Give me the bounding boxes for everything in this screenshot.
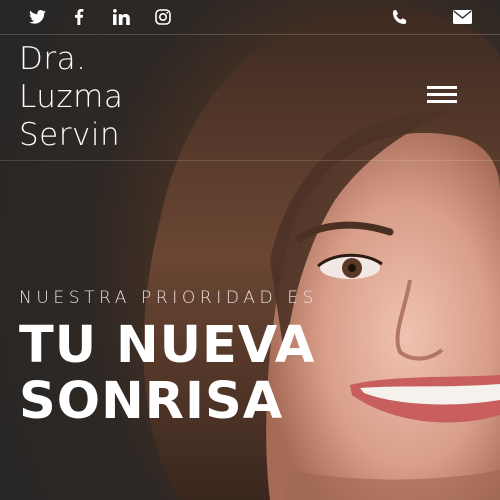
menu-bar	[427, 86, 457, 89]
hamburger-menu-icon[interactable]	[427, 86, 457, 106]
hero-headline-line-2: SONRISA	[19, 372, 284, 431]
twitter-icon[interactable]	[28, 8, 46, 26]
contact-links	[390, 0, 472, 34]
hero-tagline: NUESTRA PRIORIDAD ES	[19, 288, 318, 308]
menu-bar	[427, 100, 457, 103]
brand-line-3: Servin	[19, 117, 121, 153]
facebook-icon[interactable]	[70, 8, 88, 26]
top-bar	[0, 0, 500, 35]
instagram-icon[interactable]	[154, 8, 172, 26]
phone-icon[interactable]	[390, 8, 410, 26]
social-links	[0, 8, 172, 26]
brand-line-1: Dra.	[19, 41, 87, 77]
linkedin-icon[interactable]	[112, 8, 130, 26]
email-icon[interactable]	[452, 8, 472, 26]
hero-headline: TU NUEVA SONRISA	[19, 318, 315, 430]
site-logo[interactable]: Dra. Luzma Servin	[19, 40, 123, 154]
menu-bar	[427, 93, 457, 96]
hero-headline-line-1: TU NUEVA	[19, 316, 316, 375]
brand-line-2: Luzma	[19, 79, 124, 115]
site-header: Dra. Luzma Servin	[0, 34, 500, 161]
